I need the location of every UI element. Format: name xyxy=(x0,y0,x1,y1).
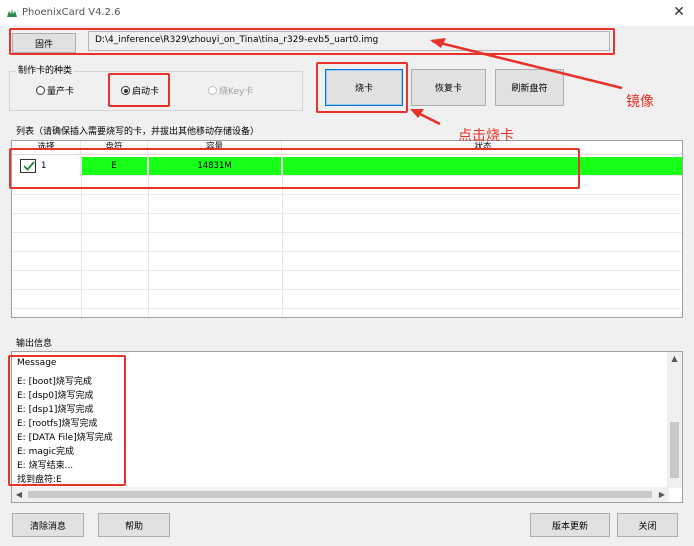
annotation-arrows xyxy=(410,38,623,126)
annotation-mirror-label: 镜像 xyxy=(626,94,654,110)
annotation-click-burn-label: 点击烧卡 xyxy=(458,128,514,144)
